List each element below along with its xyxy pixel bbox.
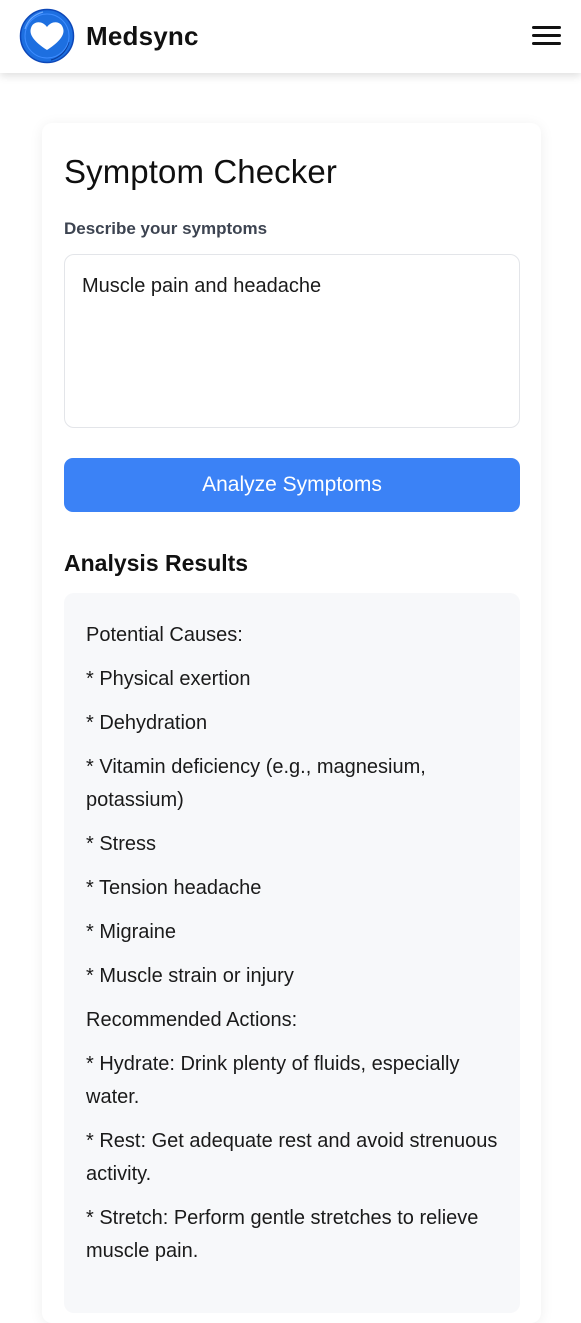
results-list-item: * Stress	[86, 833, 157, 855]
results-list-item: * Migraine	[86, 921, 177, 943]
results-list-item: * Physical exertion	[86, 668, 251, 690]
results-section-heading: Recommended Actions:	[86, 1009, 298, 1031]
results-section-heading: Potential Causes:	[86, 624, 243, 646]
brand-link[interactable]: Medsync	[19, 8, 199, 64]
app-name: Medsync	[86, 20, 199, 51]
results-list-item: * Dehydration	[86, 712, 208, 734]
results-panel: Potential Causes: * Physical exertion * …	[64, 593, 520, 1313]
results-list-item: * Rest: Get adequate rest and avoid stre…	[86, 1130, 498, 1185]
symptom-checker-card: Symptom Checker Describe your symptoms M…	[42, 123, 541, 1323]
results-list-item: * Vitamin deficiency (e.g., magnesium, p…	[86, 756, 426, 811]
analyze-symptoms-button[interactable]: Analyze Symptoms	[64, 458, 520, 512]
page-title: Symptom Checker	[64, 153, 337, 190]
results-title: Analysis Results	[64, 550, 249, 576]
results-list-item: * Muscle strain or injury	[86, 965, 294, 987]
hamburger-menu-icon[interactable]	[532, 24, 561, 48]
symptoms-input[interactable]: Muscle pain and headache	[64, 254, 520, 428]
results-list-item: * Tension headache	[86, 877, 262, 899]
results-list-item: * Hydrate: Drink plenty of fluids, espec…	[86, 1053, 460, 1108]
heart-icon	[19, 8, 75, 64]
symptoms-label: Describe your symptoms	[64, 219, 268, 238]
top-navbar: Medsync	[0, 0, 581, 73]
results-list-item: * Stretch: Perform gentle stretches to r…	[86, 1207, 479, 1262]
